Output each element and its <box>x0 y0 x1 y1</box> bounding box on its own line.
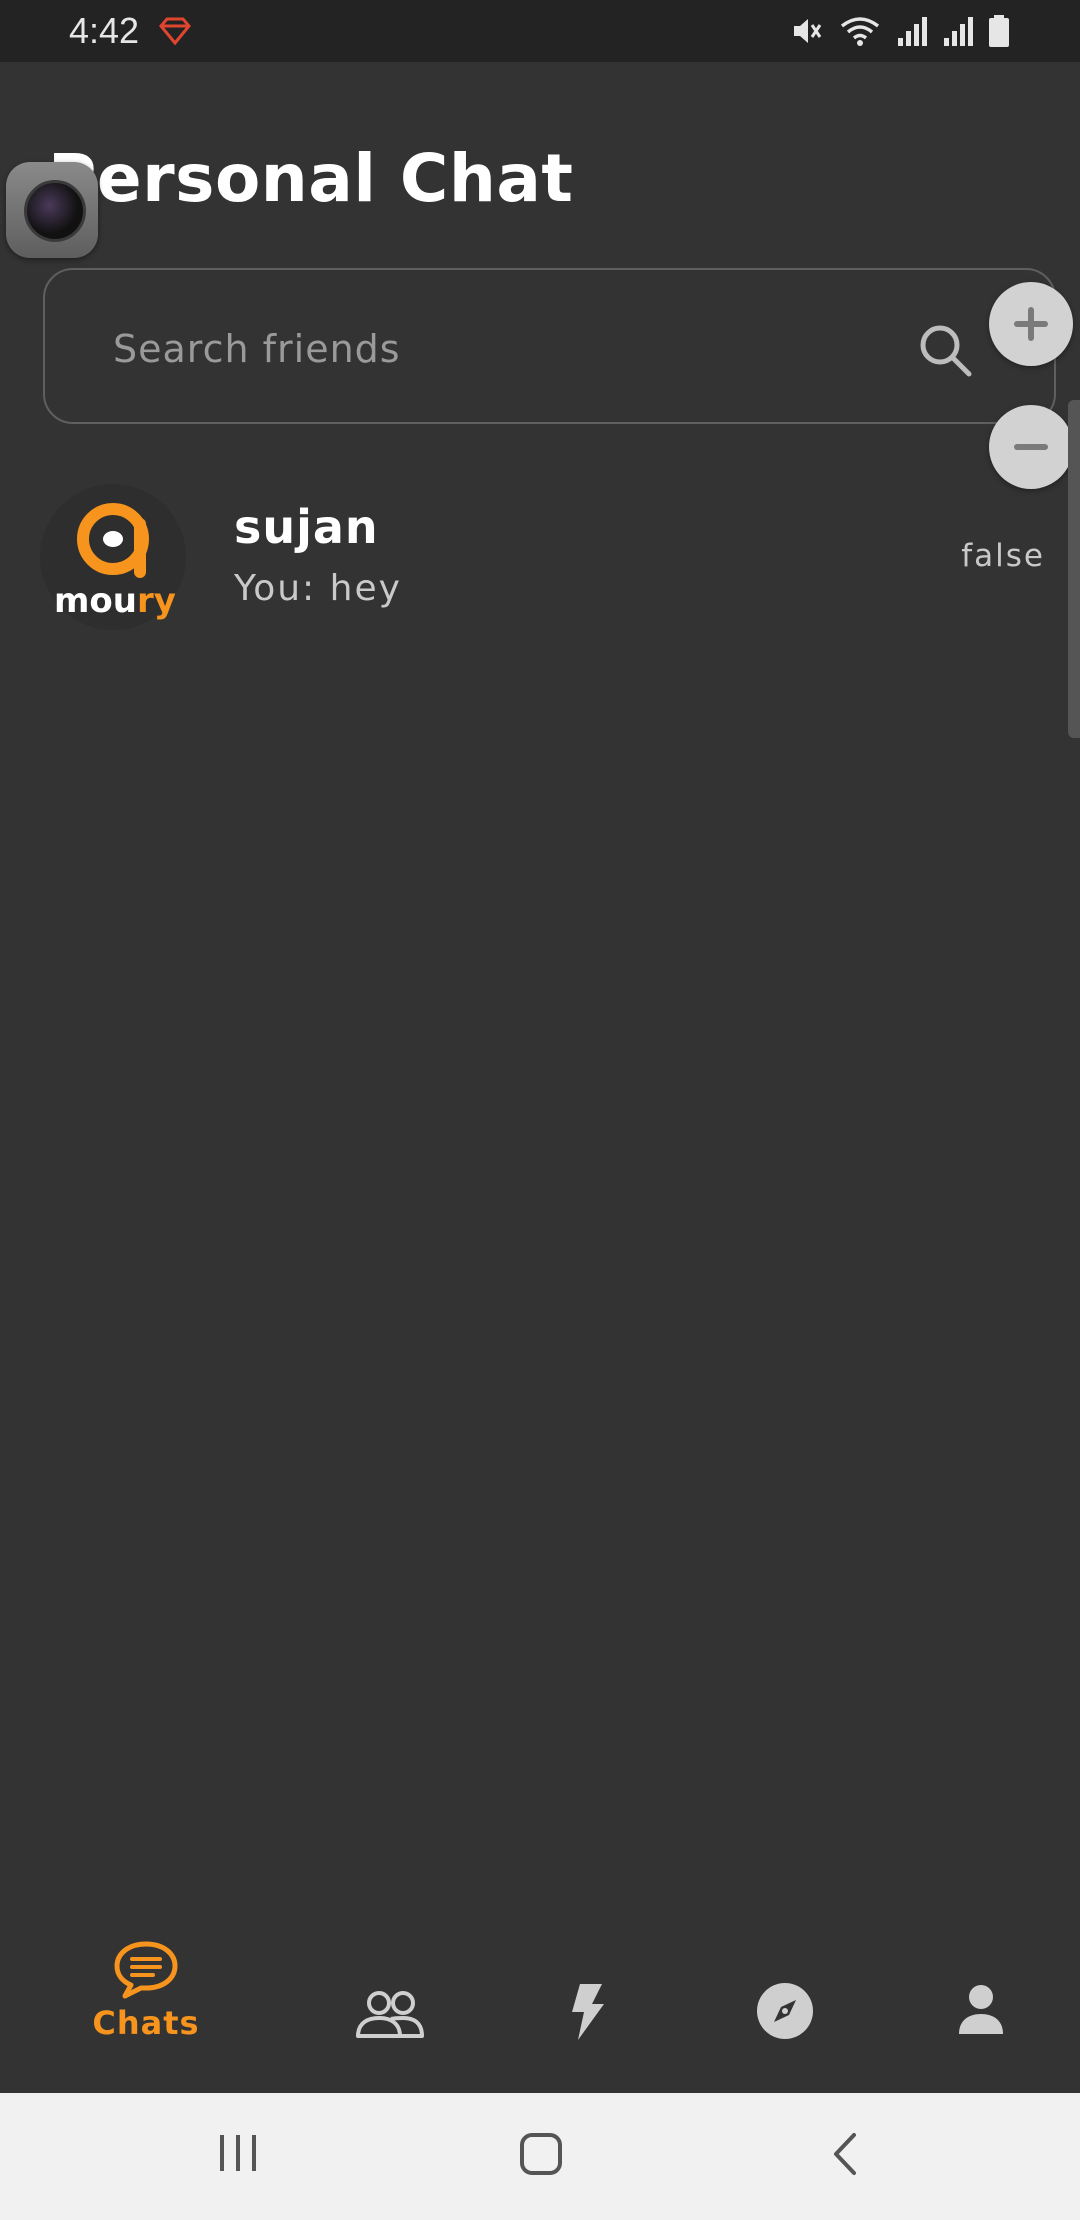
avatar: moury <box>40 484 186 630</box>
chat-contact-name: sujan <box>234 500 379 554</box>
status-icons <box>790 14 1010 48</box>
plus-icon <box>1014 307 1048 341</box>
mute-icon <box>794 19 822 43</box>
tab-chats-label: Chats <box>92 2004 200 2042</box>
signal-icon <box>898 17 927 46</box>
tab-chats[interactable]: Chats <box>86 1940 206 2092</box>
system-navigation-bar <box>0 2093 1080 2220</box>
person-icon <box>959 1985 1003 2034</box>
zoom-in-button[interactable] <box>989 282 1073 366</box>
chat-bubble-icon <box>114 1941 178 1999</box>
camera-overlay-icon[interactable] <box>6 162 98 258</box>
tab-explore[interactable] <box>756 1940 814 2092</box>
compass-icon <box>757 1983 813 2039</box>
tab-profile[interactable] <box>956 1940 1006 2092</box>
signal-icon <box>944 17 973 46</box>
home-button[interactable] <box>518 2131 564 2181</box>
back-icon <box>834 2133 856 2175</box>
lightning-icon <box>572 1984 604 2040</box>
search-input[interactable] <box>111 320 915 378</box>
chat-list-item[interactable]: moury sujan You: hey false <box>0 470 1080 630</box>
recent-apps-icon <box>220 2135 256 2171</box>
search-box[interactable] <box>43 268 1056 424</box>
tab-friends[interactable] <box>350 1940 430 2092</box>
battery-icon <box>989 15 1009 47</box>
status-time: 4:42 <box>69 10 140 51</box>
people-icon <box>356 1991 424 2038</box>
status-bar: 4:42 <box>0 0 1080 62</box>
gem-icon <box>159 17 191 46</box>
home-icon <box>520 2133 562 2175</box>
tab-flash[interactable] <box>566 1940 610 2092</box>
chat-last-message: You: hey <box>234 568 402 609</box>
camera-lens <box>24 180 86 242</box>
bottom-navigation: Chats <box>0 1940 1080 2092</box>
moury-logo: moury <box>54 503 176 621</box>
svg-text:moury: moury <box>54 581 176 621</box>
wifi-icon <box>840 17 880 46</box>
minus-icon <box>1014 444 1048 450</box>
back-button[interactable] <box>826 2131 866 2181</box>
chat-status-label: false <box>961 538 1045 574</box>
page-title: Personal Chat <box>48 140 574 217</box>
recent-apps-button[interactable] <box>216 2131 260 2179</box>
search-icon[interactable] <box>915 320 975 380</box>
